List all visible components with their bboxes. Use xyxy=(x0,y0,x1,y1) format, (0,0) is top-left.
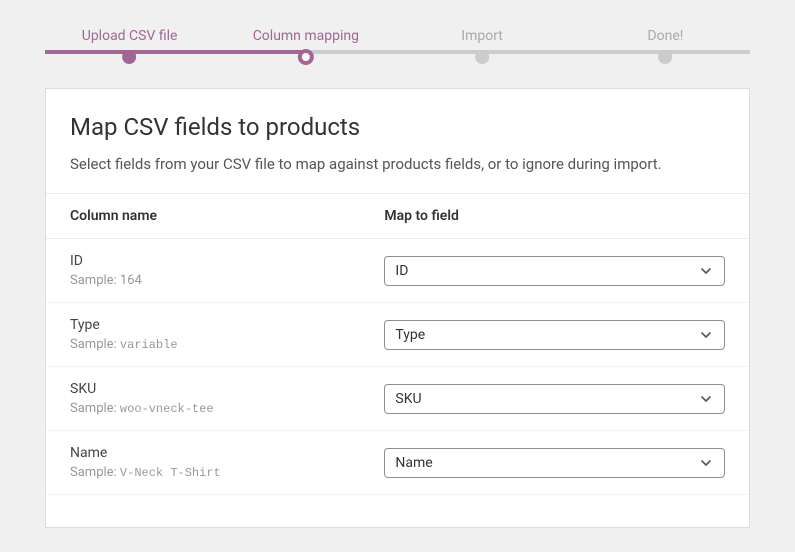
step-dot-icon xyxy=(658,50,672,64)
map-select-id[interactable]: ID xyxy=(384,256,725,286)
select-value: SKU xyxy=(395,391,421,407)
row-name: Type xyxy=(70,317,384,333)
select-value: ID xyxy=(395,263,408,279)
chevron-down-icon xyxy=(698,455,714,471)
progress-bar: Upload CSV file Column mapping Import Do… xyxy=(45,28,750,68)
map-select-sku[interactable]: SKU xyxy=(384,384,725,414)
row-sample: Sample: 164 xyxy=(70,273,384,288)
select-value: Type xyxy=(395,327,425,343)
header-map-to-field: Map to field xyxy=(384,208,725,224)
table-row: SKU Sample: woo-vneck-tee SKU xyxy=(46,367,749,431)
select-value: Name xyxy=(395,455,432,471)
step-dot-icon xyxy=(298,49,314,65)
step-label: Done! xyxy=(647,28,683,44)
chevron-down-icon xyxy=(698,327,714,343)
step-label: Upload CSV file xyxy=(82,28,178,44)
step-import[interactable]: Import xyxy=(461,28,503,62)
step-dot-icon xyxy=(123,50,137,64)
step-upload[interactable]: Upload CSV file xyxy=(82,28,178,62)
chevron-down-icon xyxy=(698,263,714,279)
row-sample: Sample: V-Neck T-Shirt xyxy=(70,465,384,480)
step-done[interactable]: Done! xyxy=(647,28,683,62)
row-name: SKU xyxy=(70,381,384,397)
map-select-name[interactable]: Name xyxy=(384,448,725,478)
table-head: Column name Map to field xyxy=(46,193,749,239)
row-sample: Sample: woo-vneck-tee xyxy=(70,401,384,416)
step-label: Column mapping xyxy=(253,28,359,44)
chevron-down-icon xyxy=(698,391,714,407)
table-row: Name Sample: V-Neck T-Shirt Name xyxy=(46,431,749,495)
header-column-name: Column name xyxy=(70,208,384,224)
table-row: ID Sample: 164 ID xyxy=(46,239,749,303)
row-name: Name xyxy=(70,445,384,461)
step-dot-icon xyxy=(475,50,489,64)
mapping-card: Map CSV fields to products Select fields… xyxy=(45,88,750,528)
step-label: Import xyxy=(461,28,503,44)
row-name: ID xyxy=(70,253,384,269)
step-column-mapping[interactable]: Column mapping xyxy=(253,28,359,64)
row-sample: Sample: variable xyxy=(70,337,384,352)
page-title: Map CSV fields to products xyxy=(70,113,725,141)
table-row: Type Sample: variable Type xyxy=(46,303,749,367)
page-subtitle: Select fields from your CSV file to map … xyxy=(70,155,725,173)
map-select-type[interactable]: Type xyxy=(384,320,725,350)
